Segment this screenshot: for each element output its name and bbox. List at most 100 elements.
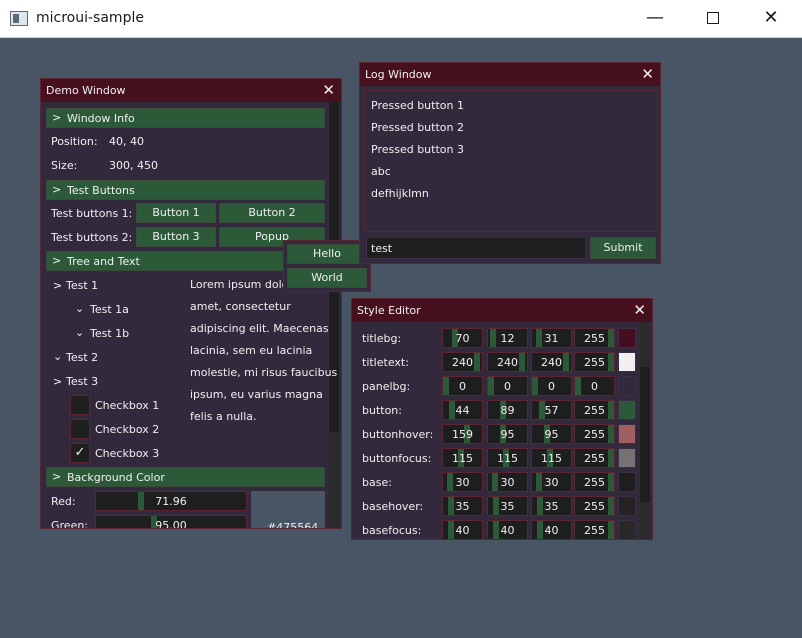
chevron-right-icon: > <box>52 111 62 124</box>
button-2[interactable]: Button 2 <box>219 203 325 223</box>
log-window-titlebar[interactable]: Log Window ✕ <box>360 63 660 86</box>
color-swatch <box>618 328 636 348</box>
log-window-title: Log Window <box>365 68 432 81</box>
submit-button[interactable]: Submit <box>590 237 656 259</box>
window-info-header[interactable]: > Window Info <box>46 108 325 128</box>
style-slider[interactable]: 12 <box>487 328 528 348</box>
style-slider[interactable]: 35 <box>487 496 528 516</box>
style-slider-value: 0 <box>459 380 466 393</box>
test-buttons-header[interactable]: > Test Buttons <box>46 180 325 200</box>
checkmark-icon: ✓ <box>74 445 86 460</box>
style-slider-value: 255 <box>584 404 605 417</box>
log-input[interactable]: test <box>366 237 586 259</box>
style-slider-value: 35 <box>455 500 470 513</box>
log-input-value: test <box>371 242 393 255</box>
maximize-icon <box>707 12 719 24</box>
minimize-button[interactable]: — <box>626 0 684 38</box>
tree-and-text-label: Tree and Text <box>67 255 140 268</box>
button-1[interactable]: Button 1 <box>136 203 216 223</box>
log-window: Log Window ✕ Pressed button 1 Pressed bu… <box>359 62 661 264</box>
red-slider[interactable]: 71.96 <box>95 491 247 511</box>
checkbox-2[interactable] <box>70 419 90 439</box>
style-slider[interactable]: 0 <box>574 376 615 396</box>
style-slider[interactable]: 40 <box>442 520 483 539</box>
style-slider[interactable]: 240 <box>531 352 572 372</box>
style-slider[interactable]: 89 <box>487 400 528 420</box>
style-slider[interactable]: 255 <box>574 400 615 420</box>
style-slider[interactable]: 115 <box>487 448 528 468</box>
demo-window-close-icon[interactable]: ✕ <box>322 81 335 99</box>
style-slider[interactable]: 0 <box>442 376 483 396</box>
style-slider[interactable]: 255 <box>574 328 615 348</box>
style-slider[interactable]: 255 <box>574 448 615 468</box>
close-button[interactable]: ✕ <box>742 0 800 38</box>
log-line: abc <box>371 165 391 178</box>
style-slider-value: 255 <box>584 524 605 537</box>
color-swatch <box>618 424 636 444</box>
style-row-label: buttonhover: <box>362 428 434 441</box>
style-slider-value: 30 <box>544 476 559 489</box>
style-slider-value: 40 <box>455 524 470 537</box>
tree-item-label: Test 3 <box>66 375 99 388</box>
style-slider[interactable]: 255 <box>574 352 615 372</box>
style-slider[interactable]: 240 <box>487 352 528 372</box>
checkbox-1[interactable] <box>70 395 90 415</box>
style-slider[interactable]: 35 <box>531 496 572 516</box>
style-slider[interactable]: 255 <box>574 496 615 516</box>
color-swatch <box>618 520 636 539</box>
style-slider[interactable]: 70 <box>442 328 483 348</box>
style-slider[interactable]: 115 <box>531 448 572 468</box>
checkbox-3[interactable]: ✓ <box>70 443 90 463</box>
style-editor-titlebar[interactable]: Style Editor ✕ <box>352 299 652 322</box>
style-slider[interactable]: 0 <box>487 376 528 396</box>
demo-window-titlebar[interactable]: Demo Window ✕ <box>41 79 341 102</box>
color-swatch <box>618 496 636 516</box>
style-slider[interactable]: 95 <box>531 424 572 444</box>
style-slider-value: 0 <box>504 380 511 393</box>
style-row-label: buttonfocus: <box>362 452 432 465</box>
style-slider[interactable]: 44 <box>442 400 483 420</box>
style-slider[interactable]: 255 <box>574 424 615 444</box>
style-slider-value: 89 <box>500 404 515 417</box>
color-swatch <box>618 448 636 468</box>
style-slider[interactable]: 31 <box>531 328 572 348</box>
style-slider[interactable]: 30 <box>442 472 483 492</box>
popup-world-button[interactable]: World <box>287 268 367 288</box>
style-slider[interactable]: 159 <box>442 424 483 444</box>
style-slider[interactable]: 57 <box>531 400 572 420</box>
style-slider-value: 240 <box>541 356 562 369</box>
style-slider[interactable]: 30 <box>487 472 528 492</box>
lorem-line: felis a nulla. <box>190 410 257 423</box>
demo-scrollbar[interactable] <box>329 102 339 528</box>
style-slider-value: 0 <box>548 380 555 393</box>
style-slider-value: 255 <box>584 452 605 465</box>
style-slider-value: 255 <box>584 476 605 489</box>
style-slider[interactable]: 255 <box>574 520 615 539</box>
popup-hello-button[interactable]: Hello <box>287 244 367 264</box>
style-slider-value: 255 <box>584 500 605 513</box>
style-scrollbar[interactable] <box>640 322 650 539</box>
background-color-header[interactable]: > Background Color <box>46 467 325 487</box>
style-editor-window: Style Editor ✕ titlebg: 70 12 31 255 titletex… <box>351 298 653 540</box>
style-slider[interactable]: 240 <box>442 352 483 372</box>
style-slider[interactable]: 95 <box>487 424 528 444</box>
style-scrollbar-thumb[interactable] <box>640 367 650 502</box>
style-row-label: base: <box>362 476 392 489</box>
style-slider[interactable]: 255 <box>574 472 615 492</box>
style-slider[interactable]: 115 <box>442 448 483 468</box>
style-slider[interactable]: 30 <box>531 472 572 492</box>
chevron-down-icon: ⌄ <box>53 350 63 363</box>
chevron-down-icon: ⌄ <box>75 326 85 339</box>
button-3[interactable]: Button 3 <box>136 227 216 247</box>
style-slider-value: 115 <box>541 452 562 465</box>
maximize-button[interactable] <box>684 0 742 38</box>
style-editor-close-icon[interactable]: ✕ <box>633 301 646 319</box>
green-label: Green: <box>51 519 89 528</box>
style-slider[interactable]: 35 <box>442 496 483 516</box>
lorem-line: amet, consectetur <box>190 300 291 313</box>
log-window-close-icon[interactable]: ✕ <box>641 65 654 83</box>
style-slider[interactable]: 40 <box>487 520 528 539</box>
style-slider[interactable]: 40 <box>531 520 572 539</box>
style-slider[interactable]: 0 <box>531 376 572 396</box>
green-slider[interactable]: 95.00 <box>95 515 247 528</box>
